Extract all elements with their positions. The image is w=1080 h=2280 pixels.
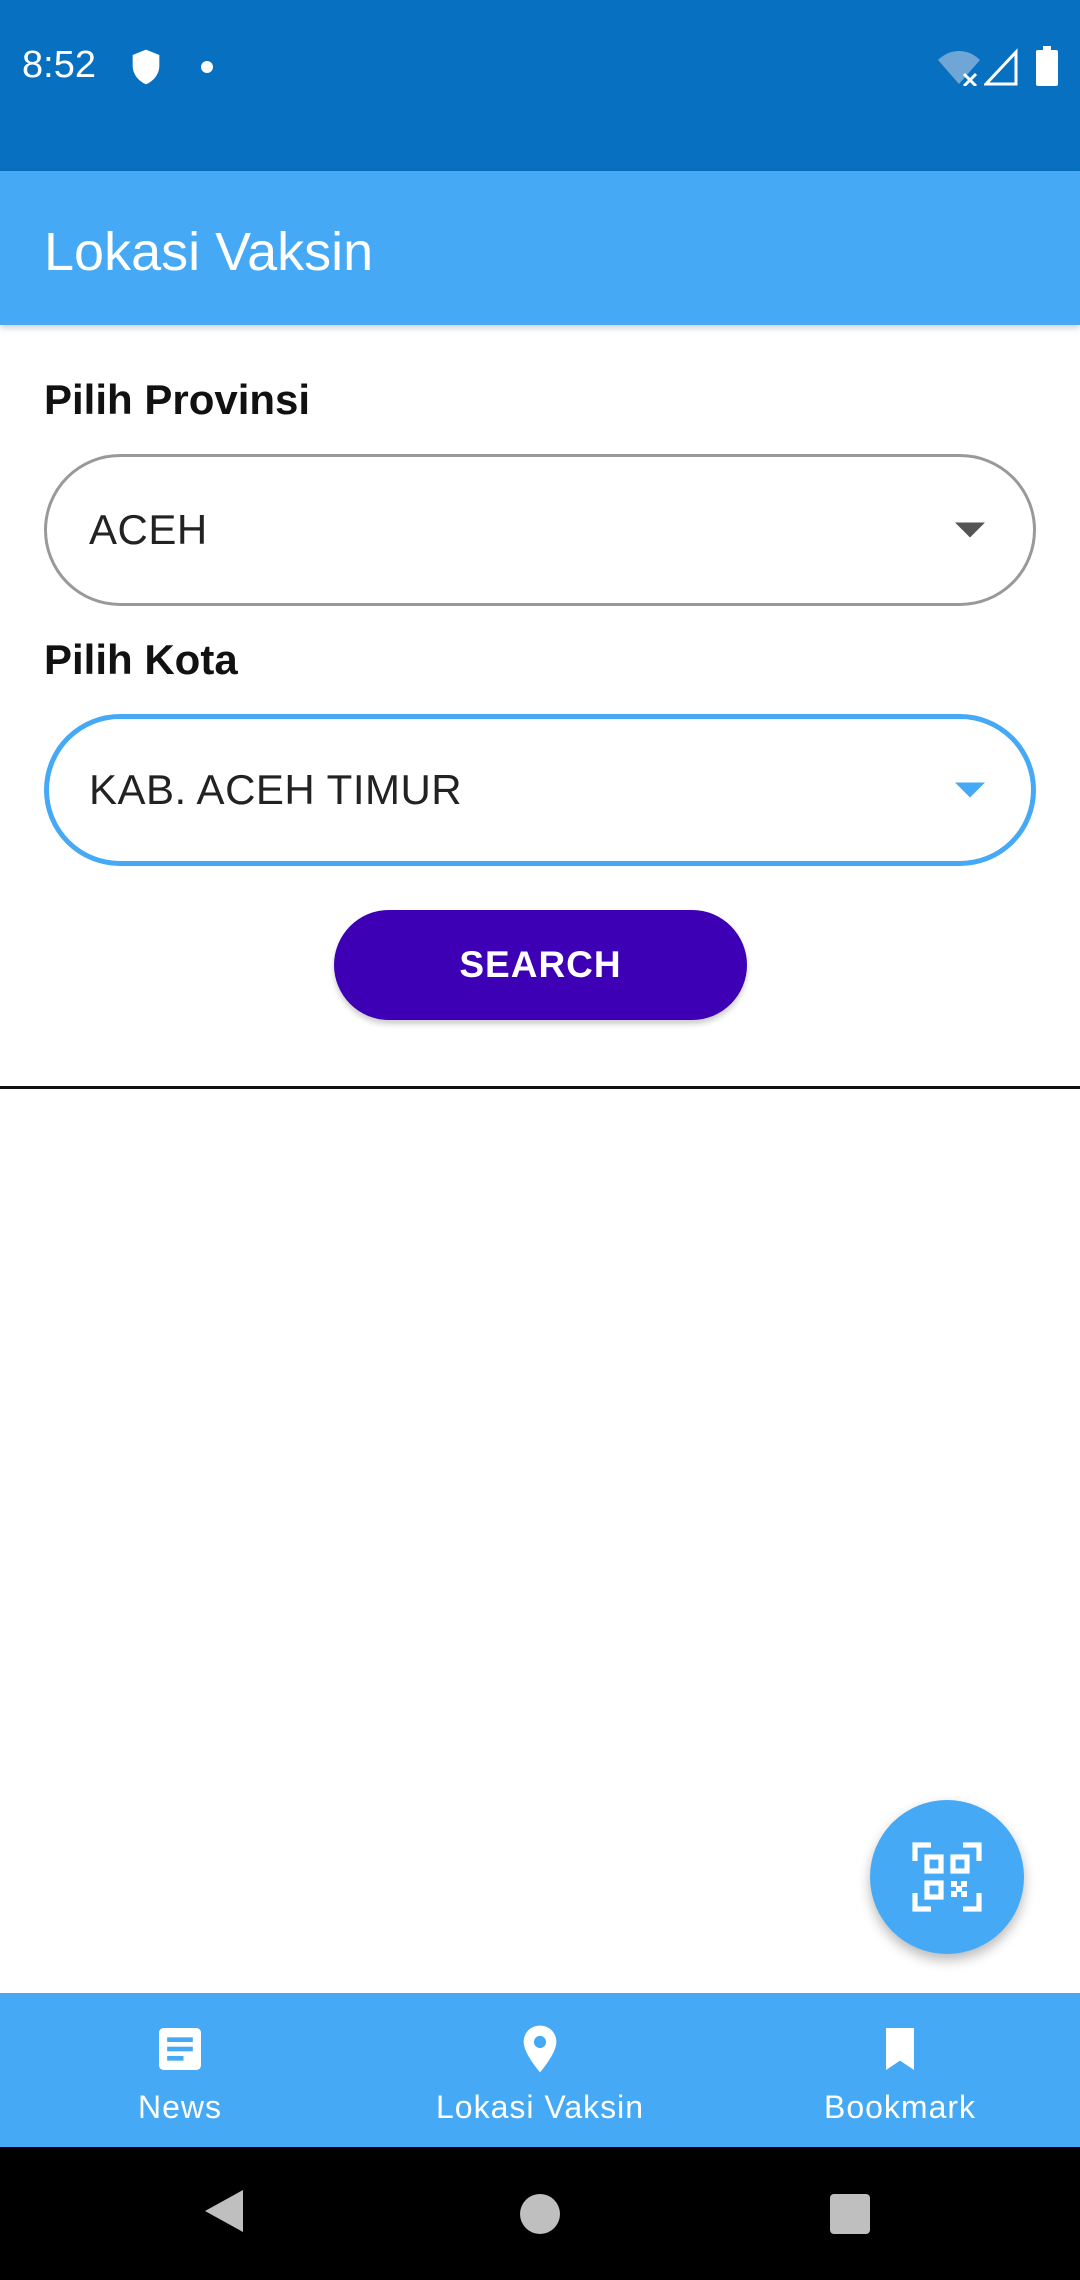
city-label: Pilih Kota — [44, 636, 238, 683]
qr-code-scan-icon — [912, 1842, 982, 1912]
city-dropdown[interactable]: KAB. ACEH TIMUR — [44, 714, 1036, 866]
recents-icon[interactable] — [830, 2194, 870, 2234]
nav-item-news[interactable]: News — [0, 1993, 360, 2147]
qr-scan-button[interactable] — [870, 1800, 1024, 1954]
status-bar: 8:52 — [0, 0, 1080, 171]
nav-item-bookmark[interactable]: Bookmark — [720, 1993, 1080, 2147]
notification-dot-icon — [201, 61, 213, 73]
nav-label-lokasi-vaksin: Lokasi Vaksin — [435, 2089, 645, 2125]
city-selected-value: KAB. ACEH TIMUR — [89, 766, 463, 813]
signal-icon — [984, 48, 1018, 86]
location-pin-icon — [523, 2025, 557, 2073]
nav-label-news: News — [137, 2089, 222, 2125]
wifi-off-icon — [938, 51, 980, 86]
back-icon[interactable] — [203, 2188, 245, 2234]
shield-icon — [132, 49, 160, 85]
bottom-navigation: News Lokasi Vaksin Bookmark — [0, 1993, 1080, 2147]
nav-item-lokasi-vaksin[interactable]: Lokasi Vaksin — [360, 1993, 720, 2147]
nav-label-bookmark: Bookmark — [823, 2089, 977, 2125]
article-icon — [159, 2028, 201, 2070]
province-selected-value: ACEH — [89, 506, 208, 553]
chevron-down-icon — [955, 522, 985, 538]
search-button[interactable]: SEARCH — [334, 910, 747, 1020]
province-label: Pilih Provinsi — [44, 376, 311, 423]
province-dropdown[interactable]: ACEH — [44, 454, 1036, 606]
bookmark-icon — [886, 2028, 914, 2070]
home-icon[interactable] — [520, 2194, 560, 2234]
app-bar: Lokasi Vaksin — [0, 171, 1080, 325]
status-time: 8:52 — [22, 44, 96, 86]
page-title: Lokasi Vaksin — [44, 222, 374, 282]
chevron-down-icon — [955, 782, 985, 798]
lokasi-vaksin-screen: 8:52 Lokasi Vaksin Pilih Provinsi ACEH P… — [0, 0, 1080, 2280]
battery-icon — [1036, 46, 1058, 86]
